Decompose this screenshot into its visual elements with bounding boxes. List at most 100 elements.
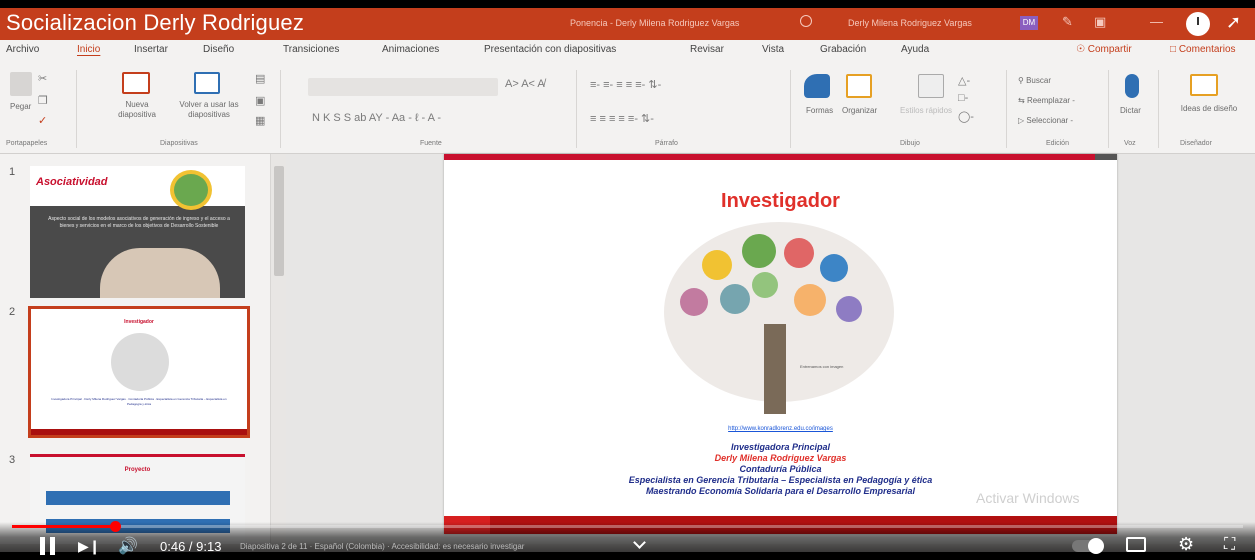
tree-leaf bbox=[720, 284, 750, 314]
video-title: Socializacion Derly Rodriguez bbox=[6, 10, 305, 35]
slide-title[interactable]: Investigador bbox=[444, 190, 1117, 213]
progress-bar[interactable] bbox=[12, 521, 1243, 532]
title-bar: Socializacion Derly Rodriguez Ponencia -… bbox=[0, 8, 1255, 40]
slide3-title: Proyecto bbox=[124, 467, 151, 473]
share-label: Compartir bbox=[1087, 44, 1132, 55]
copy-icon[interactable]: ❐ bbox=[38, 94, 48, 107]
tab-diseno[interactable]: Diseño bbox=[203, 44, 234, 55]
microphone-icon[interactable] bbox=[1125, 74, 1139, 98]
volume-icon[interactable]: 🔊 bbox=[118, 536, 138, 556]
slide3-text-box bbox=[46, 491, 230, 505]
tab-archivo[interactable]: Archivo bbox=[6, 44, 39, 55]
group-font-label: Fuente bbox=[420, 140, 442, 147]
share-arrow-icon[interactable]: ➚ bbox=[1226, 12, 1241, 33]
credit-degree: Contaduría Pública bbox=[739, 464, 822, 474]
design-ideas-label[interactable]: Ideas de diseño bbox=[1178, 104, 1240, 114]
tab-transiciones[interactable]: Transiciones bbox=[283, 44, 339, 55]
replace-button[interactable]: ⇆ Reemplazar - bbox=[1018, 96, 1075, 106]
font-format-icons[interactable]: N K S S ab AY - Aa - ℓ - A - bbox=[312, 112, 441, 124]
tab-revisar[interactable]: Revisar bbox=[690, 44, 724, 55]
slide-thumbnail-panel: 1 Asociatividad Aspecto social de los mo… bbox=[0, 154, 270, 544]
font-name-field[interactable] bbox=[308, 78, 498, 96]
chevron-down-icon[interactable] bbox=[633, 536, 646, 549]
tree-leaf bbox=[794, 284, 826, 316]
scrubber-handle[interactable] bbox=[110, 521, 122, 532]
group-separator bbox=[1108, 70, 1109, 148]
tab-insertar[interactable]: Insertar bbox=[134, 44, 168, 55]
list-icons[interactable]: ≡- ≡- ≡ ≡ ≡- ⇅- bbox=[590, 78, 661, 91]
image-source-link[interactable]: http://www.konradlorenz.edu.co/images bbox=[444, 426, 1117, 432]
group-drawing-label: Dibujo bbox=[900, 140, 920, 147]
arrange-icon[interactable] bbox=[846, 74, 872, 98]
slide-thumbnail-1[interactable]: Asociatividad Aspecto social de los mode… bbox=[30, 166, 245, 298]
avatar[interactable]: DM bbox=[1020, 16, 1038, 30]
arrange-label[interactable]: Organizar bbox=[842, 106, 877, 116]
font-size-icons[interactable]: A˃ A˂ A̸ bbox=[505, 78, 545, 90]
user-name[interactable]: Derly Milena Rodriguez Vargas bbox=[848, 18, 972, 28]
share-button[interactable]: ☉ Compartir bbox=[1076, 44, 1132, 55]
minimize-icon[interactable]: — bbox=[1150, 14, 1163, 29]
next-icon[interactable]: ▶❙ bbox=[78, 538, 101, 555]
scrollbar-thumb[interactable] bbox=[274, 166, 284, 276]
group-editing-label: Edición bbox=[1046, 140, 1069, 147]
current-slide[interactable]: Investigador Entrenamos con imagen http:… bbox=[444, 154, 1117, 534]
comments-label: Comentarios bbox=[1178, 44, 1236, 55]
shape-effects-icon[interactable]: ◯- bbox=[958, 110, 974, 123]
comments-button[interactable]: □ Comentarios bbox=[1170, 44, 1236, 55]
powerpoint-window: Socializacion Derly Rodriguez Ponencia -… bbox=[0, 8, 1255, 552]
tab-inicio[interactable]: Inicio bbox=[77, 44, 100, 55]
dictate-label[interactable]: Dictar bbox=[1120, 106, 1141, 116]
watch-later-icon[interactable] bbox=[1186, 12, 1210, 36]
tree-trunk bbox=[764, 324, 786, 414]
paste-icon[interactable] bbox=[10, 72, 32, 96]
shape-outline-icon[interactable]: □- bbox=[958, 92, 968, 104]
slide-thumbnail-2[interactable]: Investigador Investigadora Principal · D… bbox=[28, 306, 250, 438]
select-button[interactable]: ▷ Seleccionar - bbox=[1018, 116, 1073, 126]
slide-top-bar-accent bbox=[1095, 154, 1117, 160]
search-icon[interactable] bbox=[800, 15, 812, 27]
tree-leaf bbox=[742, 234, 776, 268]
fullscreen-icon[interactable]: ⛶ bbox=[1224, 536, 1235, 554]
layout-icon[interactable]: ▤ bbox=[255, 72, 265, 85]
ribbon-tabs: Archivo Inicio Insertar Diseño Transicio… bbox=[0, 40, 1255, 62]
thumbnail-scrollbar[interactable] bbox=[270, 154, 286, 544]
tab-vista[interactable]: Vista bbox=[762, 44, 784, 55]
gear-icon[interactable]: ⚙ bbox=[1178, 534, 1194, 555]
pause-icon[interactable] bbox=[40, 537, 56, 555]
section-icon[interactable]: ▦ bbox=[255, 114, 265, 127]
hands-image bbox=[100, 248, 220, 298]
tab-presentacion[interactable]: Presentación con diapositivas bbox=[484, 44, 616, 55]
chapter-text: Diapositiva 2 de 11 · Español (Colombia)… bbox=[240, 542, 525, 551]
shape-fill-icon[interactable]: △- bbox=[958, 74, 970, 87]
format-painter-icon[interactable]: ✓ bbox=[38, 114, 47, 127]
quick-styles-label[interactable]: Estilos rápidos bbox=[900, 106, 952, 116]
reset-icon[interactable]: ▣ bbox=[255, 94, 265, 107]
tab-ayuda[interactable]: Ayuda bbox=[901, 44, 929, 55]
quick-styles-icon[interactable] bbox=[918, 74, 944, 98]
align-icons[interactable]: ≡ ≡ ≡ ≡ ≡- ⇅- bbox=[590, 112, 654, 125]
document-name[interactable]: Ponencia - Derly Milena Rodriguez Vargas bbox=[570, 18, 739, 28]
video-player-controls: ▶❙ 🔊 0:46 / 9:13 Diapositiva 2 de 11 · E… bbox=[0, 521, 1255, 560]
tab-animaciones[interactable]: Animaciones bbox=[382, 44, 439, 55]
autoplay-toggle[interactable] bbox=[1072, 538, 1104, 554]
credit-specialization: Especialista en Gerencia Tributaria – Es… bbox=[628, 475, 933, 485]
window-mode-icon[interactable]: ▣ bbox=[1094, 14, 1106, 30]
shapes-icon[interactable] bbox=[804, 74, 830, 98]
new-slide-label[interactable]: Nueva diapositiva bbox=[108, 100, 166, 120]
design-ideas-icon[interactable] bbox=[1190, 74, 1218, 96]
slide2-text: Investigadora Principal · Derly Milena R… bbox=[51, 397, 227, 406]
slide-editor-canvas: Investigador Entrenamos con imagen http:… bbox=[286, 154, 1255, 544]
reuse-slides-icon[interactable] bbox=[194, 72, 220, 94]
credit-name: Derly Milena Rodriguez Vargas bbox=[714, 453, 847, 463]
reuse-slides-label[interactable]: Volver a usar las diapositivas bbox=[174, 100, 244, 120]
windows-activation-watermark: Activar Windows bbox=[976, 490, 1080, 506]
cut-icon[interactable]: ✂ bbox=[38, 72, 47, 85]
new-slide-icon[interactable] bbox=[122, 72, 150, 94]
captions-icon[interactable] bbox=[1126, 537, 1146, 552]
find-button[interactable]: ⚲ Buscar bbox=[1018, 76, 1051, 86]
shapes-label[interactable]: Formas bbox=[806, 106, 833, 116]
group-separator bbox=[280, 70, 281, 148]
slide-number-1: 1 bbox=[9, 166, 16, 178]
tab-grabacion[interactable]: Grabación bbox=[820, 44, 866, 55]
pen-icon[interactable]: ✎ bbox=[1062, 14, 1073, 30]
